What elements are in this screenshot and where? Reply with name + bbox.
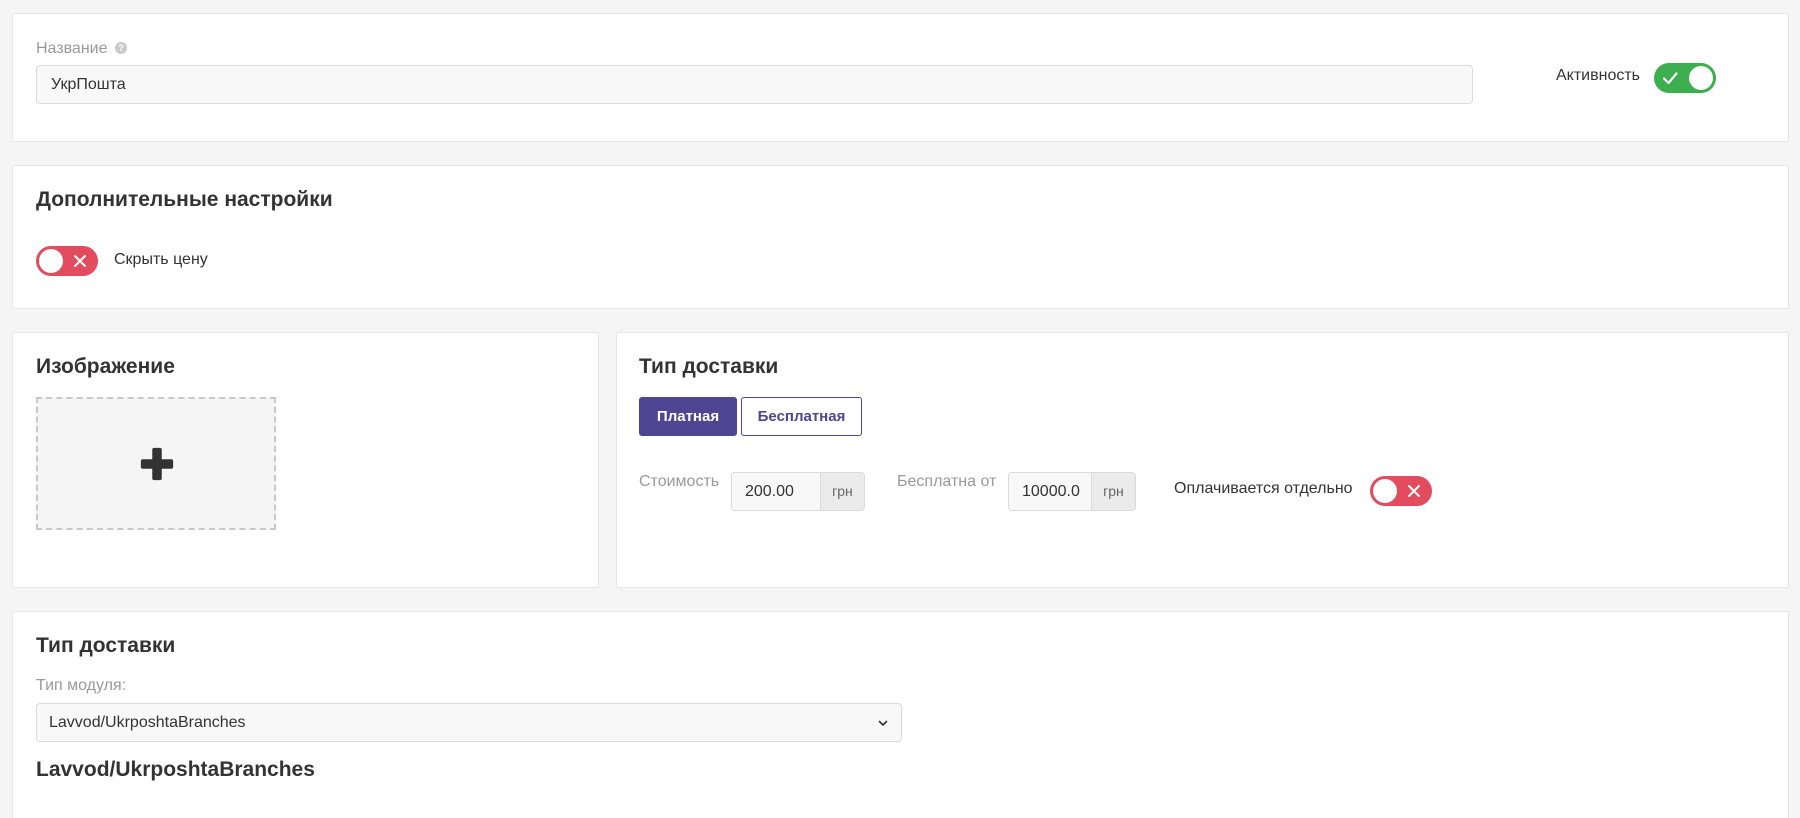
activity-label: Активность: [1556, 67, 1641, 84]
free-from-input-group: 10000.0 грн: [1008, 472, 1136, 511]
module-subtitle: Lavvod/UkrposhtaBranches: [36, 758, 315, 781]
free-button[interactable]: Бесплатная: [741, 397, 862, 436]
delivery-type-title: Тип доставки: [639, 355, 779, 378]
additional-settings-card: Дополнительные настройки Скрыть цену: [12, 165, 1789, 309]
name-label: Название: [36, 40, 108, 57]
cost-label: Стоимость: [639, 473, 720, 490]
module-type-label: Тип модуля:: [36, 677, 127, 694]
toggle-knob: [1373, 479, 1397, 503]
separate-payment-label: Оплачивается отдельно: [1174, 480, 1353, 497]
free-from-input[interactable]: 10000.0: [1009, 473, 1091, 510]
separate-payment-toggle[interactable]: [1370, 476, 1432, 506]
hide-price-toggle[interactable]: [36, 246, 98, 276]
close-icon: [1408, 485, 1420, 497]
help-icon[interactable]: ?: [114, 42, 127, 54]
plus-icon: [140, 447, 174, 481]
module-title: Тип доставки: [36, 634, 176, 657]
hide-price-label: Скрыть цену: [114, 251, 208, 268]
module-type-select[interactable]: Lavvod/UkrposhtaBranches: [36, 703, 902, 742]
activity-toggle[interactable]: [1654, 63, 1716, 93]
toggle-knob: [1689, 66, 1713, 90]
name-input[interactable]: УкрПошта: [36, 65, 1473, 104]
check-icon: [1662, 72, 1678, 85]
module-card: Тип доставки Тип модуля: Lavvod/Ukrposht…: [12, 611, 1789, 818]
image-upload-dropzone[interactable]: [36, 397, 276, 530]
general-card: Название ? УкрПошта Активность: [12, 13, 1789, 142]
free-from-currency: грн: [1090, 473, 1135, 510]
cost-input-group: 200.00 грн: [731, 472, 865, 511]
close-icon: [74, 255, 86, 267]
cost-input[interactable]: 200.00: [732, 473, 820, 510]
name-label-row: Название ?: [36, 40, 127, 58]
image-card: Изображение: [12, 332, 599, 588]
toggle-knob: [39, 249, 63, 273]
paid-button[interactable]: Платная: [639, 397, 737, 436]
free-from-label: Бесплатна от: [897, 473, 997, 490]
image-title: Изображение: [36, 355, 175, 378]
chevron-down-icon: [878, 720, 888, 726]
module-type-value: Lavvod/UkrposhtaBranches: [49, 714, 246, 731]
delivery-type-card: Тип доставки Платная Бесплатная Стоимост…: [616, 332, 1789, 588]
additional-settings-title: Дополнительные настройки: [36, 188, 333, 211]
cost-currency: грн: [819, 473, 864, 510]
